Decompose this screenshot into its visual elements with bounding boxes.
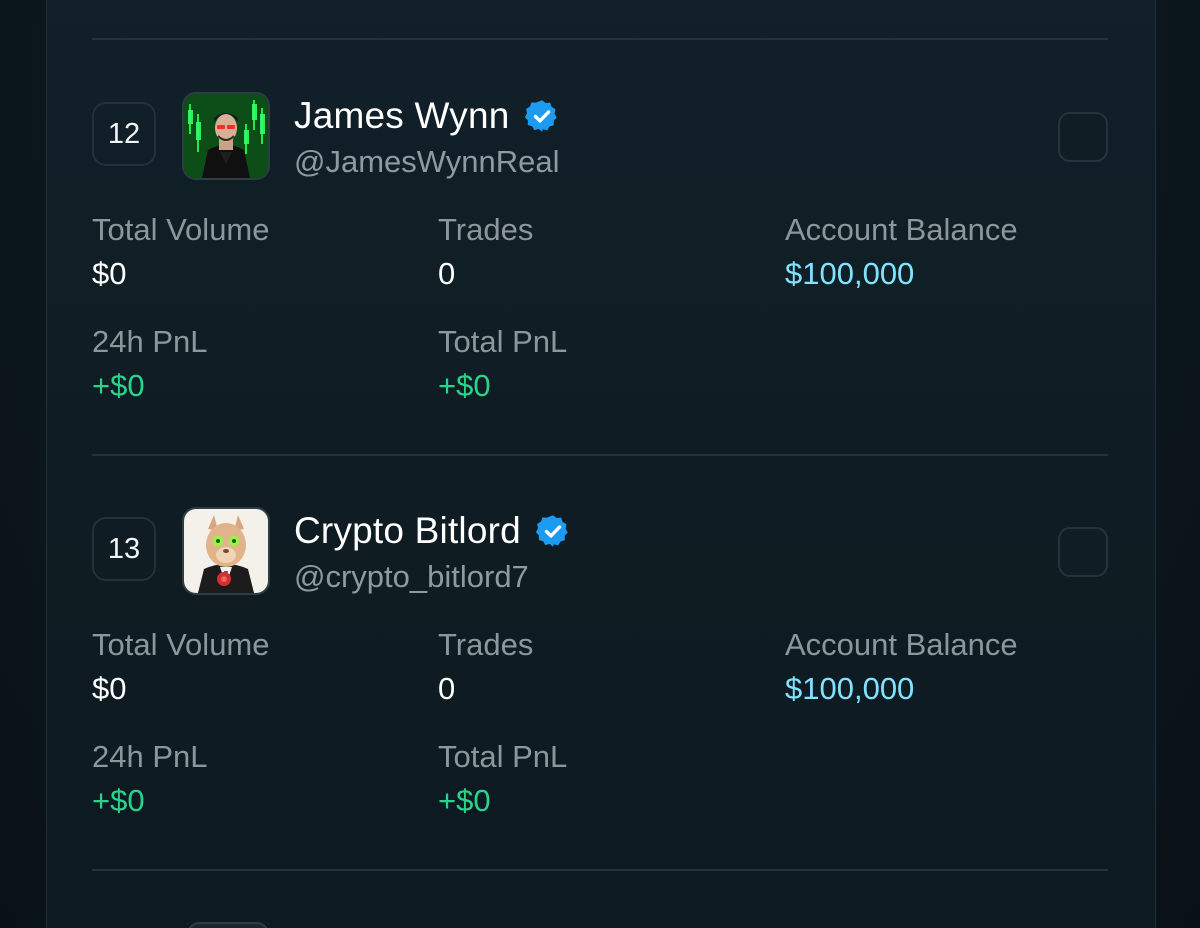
- account-balance-stat: Account Balance $100,000: [785, 212, 1018, 292]
- stat-label: Total PnL: [438, 324, 568, 359]
- total-pnl-value: +$0: [438, 783, 491, 818]
- pnl-24h-stat: 24h PnL +$0: [92, 739, 208, 819]
- stat-label: Total Volume: [92, 627, 270, 662]
- stat-label: Total Volume: [92, 212, 270, 247]
- next-avatar-partial: [186, 922, 270, 928]
- total-pnl-value: +$0: [438, 368, 491, 403]
- stat-label: 24h PnL: [92, 324, 208, 359]
- total-pnl-stat: Total PnL +$0: [438, 739, 567, 819]
- account-balance-value: $100,000: [785, 671, 915, 706]
- select-checkbox[interactable]: [1058, 527, 1108, 577]
- trader-name[interactable]: Crypto Bitlord: [294, 510, 521, 552]
- trader-handle[interactable]: @JamesWynnReal: [294, 144, 560, 180]
- trader-row[interactable]: 12 James Wynn @JamesWynnReal Total Volum…: [0, 92, 1200, 452]
- total-volume-value: $0: [92, 256, 127, 291]
- total-pnl-stat: Total PnL +$0: [438, 324, 567, 404]
- pnl-24h-value: +$0: [92, 368, 145, 403]
- verified-badge-icon: [535, 515, 568, 547]
- stat-label: 24h PnL: [92, 739, 208, 774]
- trader-name-line: James Wynn: [294, 94, 560, 138]
- stat-label: Account Balance: [785, 212, 1018, 247]
- trader-name-line: Crypto Bitlord: [294, 509, 571, 553]
- trader-avatar-image: [184, 509, 268, 593]
- trades-value: 0: [438, 256, 456, 291]
- select-checkbox[interactable]: [1058, 112, 1108, 162]
- trades-stat: Trades 0: [438, 212, 533, 292]
- stat-label: Trades: [438, 627, 534, 662]
- row-divider: [92, 38, 1108, 40]
- trades-value: 0: [438, 671, 456, 706]
- leaderboard-page: 12 James Wynn @JamesWynnReal Total Volum…: [0, 0, 1200, 928]
- total-volume-stat: Total Volume $0: [92, 212, 270, 292]
- stat-label: Account Balance: [785, 627, 1018, 662]
- total-volume-stat: Total Volume $0: [92, 627, 270, 707]
- avatar[interactable]: [182, 92, 270, 180]
- trader-name[interactable]: James Wynn: [294, 95, 510, 137]
- trader-handle[interactable]: @crypto_bitlord7: [294, 559, 529, 595]
- total-volume-value: $0: [92, 671, 127, 706]
- trader-avatar-image: [184, 94, 268, 178]
- trader-row[interactable]: 13 Crypto Bitlord @crypto_bitlord7 Total…: [0, 507, 1200, 867]
- stat-label: Total PnL: [438, 739, 568, 774]
- rank-badge: 12: [92, 102, 156, 166]
- row-divider: [92, 454, 1108, 456]
- verified-badge-icon: [524, 100, 557, 132]
- pnl-24h-value: +$0: [92, 783, 145, 818]
- row-divider: [92, 869, 1108, 871]
- account-balance-value: $100,000: [785, 256, 915, 291]
- rank-badge: 13: [92, 517, 156, 581]
- avatar[interactable]: [182, 507, 270, 595]
- trades-stat: Trades 0: [438, 627, 533, 707]
- pnl-24h-stat: 24h PnL +$0: [92, 324, 208, 404]
- stat-label: Trades: [438, 212, 534, 247]
- account-balance-stat: Account Balance $100,000: [785, 627, 1018, 707]
